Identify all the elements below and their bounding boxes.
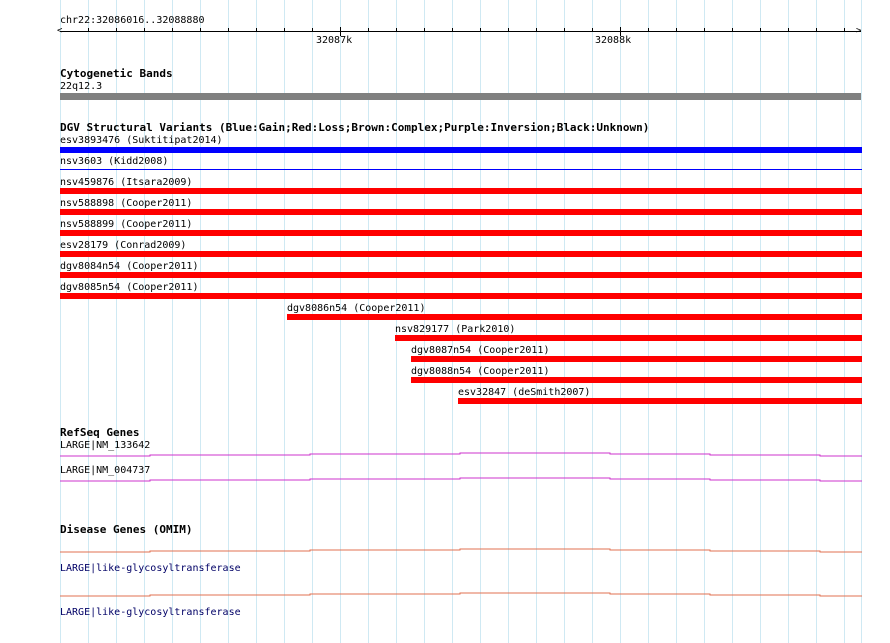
omim-gene-line[interactable] — [60, 546, 862, 556]
omim-gene-label[interactable]: LARGE|like-glycosyltransferase — [60, 563, 241, 574]
ruler-tick — [228, 28, 229, 32]
dgv-variant-label[interactable]: dgv8085n54 (Cooper2011) — [60, 282, 198, 293]
dgv-variant-label[interactable]: esv32847 (deSmith2007) — [458, 387, 590, 398]
cytoband-bar[interactable] — [60, 93, 861, 100]
ruler-tick — [256, 28, 257, 32]
refseq-track-title: RefSeq Genes — [60, 426, 140, 439]
dgv-variant-bar-loss[interactable] — [60, 251, 862, 257]
ruler-tick — [564, 28, 565, 32]
ruler-tick — [760, 28, 761, 32]
ruler-left-arrow-icon: < — [57, 26, 63, 36]
dgv-variant-bar-gain[interactable] — [60, 169, 862, 170]
dgv-variant-bar-gain[interactable] — [60, 147, 862, 153]
ruler-tick — [172, 28, 173, 32]
dgv-variant-bar-loss[interactable] — [287, 314, 862, 320]
dgv-variant-label[interactable]: nsv588898 (Cooper2011) — [60, 198, 192, 209]
ruler-tick — [788, 28, 789, 32]
dgv-variant-label[interactable]: dgv8087n54 (Cooper2011) — [411, 345, 549, 356]
dgv-variant-label[interactable]: nsv3603 (Kidd2008) — [60, 156, 168, 167]
dgv-variant-label[interactable]: dgv8086n54 (Cooper2011) — [287, 303, 425, 314]
ruler-tick — [396, 28, 397, 32]
ruler-tick — [704, 28, 705, 32]
omim-gene-line[interactable] — [60, 590, 862, 600]
ruler-right-arrow-icon: > — [856, 26, 862, 36]
dgv-variant-bar-loss[interactable] — [411, 356, 862, 362]
dgv-variant-bar-loss[interactable] — [60, 272, 862, 278]
dgv-variant-bar-loss[interactable] — [60, 230, 862, 236]
refseq-gene-line[interactable] — [60, 475, 862, 485]
dgv-variant-label[interactable]: nsv459876 (Itsara2009) — [60, 177, 192, 188]
dgv-variant-label[interactable]: dgv8084n54 (Cooper2011) — [60, 261, 198, 272]
dgv-variant-bar-loss[interactable] — [411, 377, 862, 383]
ruler-tick — [844, 28, 845, 32]
dgv-variant-label[interactable]: esv28179 (Conrad2009) — [60, 240, 186, 251]
ruler-tick — [816, 28, 817, 32]
dgv-variant-bar-loss[interactable] — [458, 398, 862, 404]
omim-track-title: Disease Genes (OMIM) — [60, 523, 193, 536]
dgv-variant-label[interactable]: nsv588899 (Cooper2011) — [60, 219, 192, 230]
ruler-tick — [480, 28, 481, 32]
ruler-tick-label-32087k: 32087k — [316, 35, 353, 46]
ruler-tick — [536, 28, 537, 32]
omim-gene-label[interactable]: LARGE|like-glycosyltransferase — [60, 607, 241, 618]
ruler-tick — [648, 28, 649, 32]
ruler-tick — [592, 28, 593, 32]
ruler-tick — [284, 28, 285, 32]
refseq-gene-line[interactable] — [60, 450, 862, 460]
ruler-tick — [452, 28, 453, 32]
dgv-variant-label[interactable]: nsv829177 (Park2010) — [395, 324, 515, 335]
ruler-tick — [312, 28, 313, 32]
ruler-tick — [88, 28, 89, 32]
ruler-tick — [200, 28, 201, 32]
cytoband-label[interactable]: 22q12.3 — [60, 81, 102, 92]
ruler-tick-label-32088k: 32088k — [595, 35, 632, 46]
ruler-tick — [368, 28, 369, 32]
ruler-tick — [732, 28, 733, 32]
ruler-axis — [60, 31, 861, 32]
dgv-variant-bar-loss[interactable] — [60, 293, 862, 299]
dgv-variant-label[interactable]: dgv8088n54 (Cooper2011) — [411, 366, 549, 377]
ruler-tick — [508, 28, 509, 32]
ruler-tick — [424, 28, 425, 32]
dgv-track-title: DGV Structural Variants (Blue:Gain;Red:L… — [60, 121, 650, 134]
ruler-tick — [116, 28, 117, 32]
cytoband-track-title: Cytogenetic Bands — [60, 67, 173, 80]
ruler-tick — [144, 28, 145, 32]
dgv-variant-bar-loss[interactable] — [60, 209, 862, 215]
ruler-tick — [676, 28, 677, 32]
genome-browser-panel: chr22:32086016..32088880 < > 32087k 3208… — [0, 0, 890, 643]
region-label: chr22:32086016..32088880 — [60, 15, 205, 26]
dgv-variant-bar-loss[interactable] — [60, 188, 862, 194]
dgv-variant-label[interactable]: esv3893476 (Suktitipat2014) — [60, 135, 223, 146]
dgv-variant-bar-loss[interactable] — [395, 335, 862, 341]
